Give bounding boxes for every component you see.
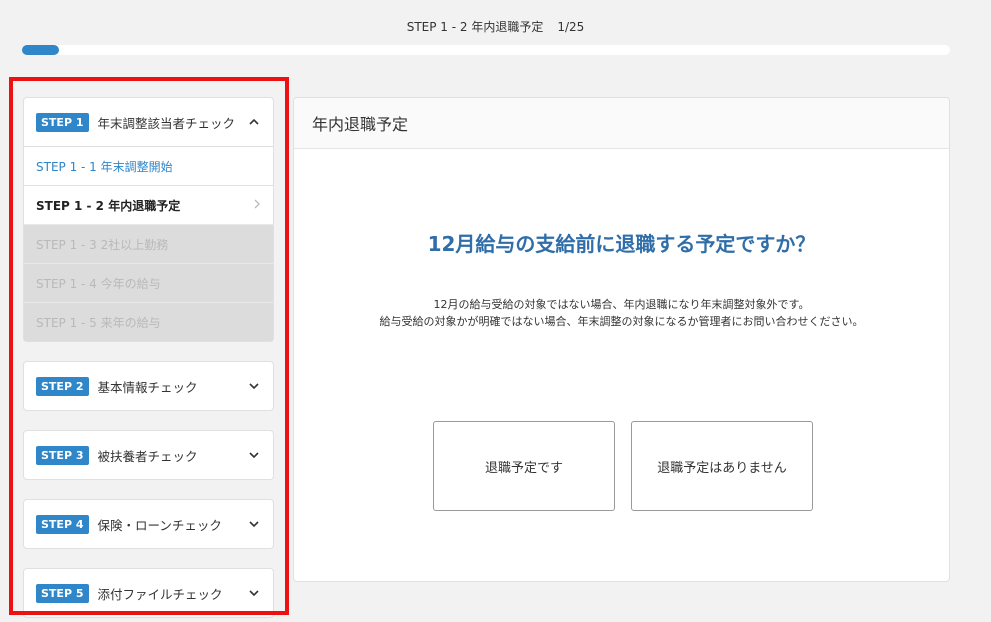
- question-text: 12月給与の支給前に退職する予定ですか？: [427, 232, 816, 256]
- step-4-label: 保険・ローンチェック: [97, 517, 222, 533]
- step-3-card[interactable]: STEP 3 被扶養者チェック: [23, 430, 274, 480]
- step-2-label: 基本情報チェック: [97, 379, 198, 395]
- progress-fill: [22, 45, 60, 55]
- substep-1-5-label: STEP 1 - 5 来年の給与: [36, 315, 161, 330]
- will-retire-button[interactable]: 退職予定です: [433, 421, 615, 511]
- substep-1-3: STEP 1 - 3 2社以上勤務: [24, 224, 273, 263]
- substep-1-4-label: STEP 1 - 4 今年の給与: [36, 276, 161, 291]
- substep-1-1[interactable]: STEP 1 - 1 年末調整開始: [24, 146, 273, 185]
- step-2-badge: STEP 2: [36, 376, 89, 396]
- chevron-down-icon[interactable]: [247, 586, 261, 600]
- step-1-card: STEP 1 年末調整該当者チェック STEP 1 - 1 年末調整開始 STE…: [23, 97, 274, 342]
- substep-1-2-label: STEP 1 - 2 年内退職予定: [36, 198, 181, 213]
- chevron-down-icon[interactable]: [247, 379, 261, 393]
- description-line-1: 12月の給与受給の対象ではない場合、年内退職になり年末調整対象外です。: [433, 298, 810, 311]
- question-card: 年内退職予定 12月給与の支給前に退職する予定ですか？ 12月の給与受給の対象で…: [293, 97, 950, 582]
- step-4-card[interactable]: STEP 4 保険・ローンチェック: [23, 499, 274, 549]
- step-5-badge: STEP 5: [36, 583, 89, 603]
- chevron-right-icon: [253, 198, 261, 213]
- substep-1-4: STEP 1 - 4 今年の給与: [24, 263, 273, 302]
- page-count: 1/25: [557, 20, 585, 34]
- step-4-badge: STEP 4: [36, 514, 89, 534]
- progress-bar: [22, 45, 950, 55]
- step-2-header[interactable]: STEP 2 基本情報チェック: [24, 362, 273, 410]
- substep-1-1-label: STEP 1 - 1 年末調整開始: [36, 159, 173, 174]
- card-title: 年内退職予定: [294, 98, 949, 149]
- substep-1-3-label: STEP 1 - 3 2社以上勤務: [36, 237, 169, 252]
- step-4-header[interactable]: STEP 4 保険・ローンチェック: [24, 500, 273, 548]
- substep-1-2[interactable]: STEP 1 - 2 年内退職予定: [24, 185, 273, 224]
- step-5-card[interactable]: STEP 5 添付ファイルチェック: [23, 568, 274, 618]
- will-not-retire-button[interactable]: 退職予定はありません: [631, 421, 813, 511]
- step-1-label: 年末調整該当者チェック: [97, 115, 236, 131]
- top-bar: STEP 1 - 2 年内退職予定 1/25: [0, 0, 991, 80]
- description-line-2: 給与受給の対象かが明確ではない場合、年末調整の対象になるか管理者にお問い合わせく…: [379, 315, 864, 328]
- step-3-badge: STEP 3: [36, 445, 89, 465]
- step-5-label: 添付ファイルチェック: [97, 586, 223, 602]
- step-5-header[interactable]: STEP 5 添付ファイルチェック: [24, 569, 273, 617]
- chevron-up-icon[interactable]: [247, 115, 261, 129]
- step-1-badge: STEP 1: [36, 112, 89, 132]
- step-1-header[interactable]: STEP 1 年末調整該当者チェック: [24, 98, 273, 146]
- step-title-text: STEP 1 - 2 年内退職予定: [406, 20, 544, 34]
- description: 12月の給与受給の対象ではない場合、年内退職になり年末調整対象外です。 給与受給…: [294, 296, 949, 330]
- step-3-header[interactable]: STEP 3 被扶養者チェック: [24, 431, 273, 479]
- step-2-card[interactable]: STEP 2 基本情報チェック: [23, 361, 274, 411]
- step-title: STEP 1 - 2 年内退職予定 1/25: [0, 18, 991, 35]
- substep-1-5: STEP 1 - 5 来年の給与: [24, 302, 273, 341]
- step-sidebar: STEP 1 年末調整該当者チェック STEP 1 - 1 年末調整開始 STE…: [23, 97, 274, 618]
- chevron-down-icon[interactable]: [247, 448, 261, 462]
- step-3-label: 被扶養者チェック: [97, 448, 198, 464]
- chevron-down-icon[interactable]: [247, 517, 261, 531]
